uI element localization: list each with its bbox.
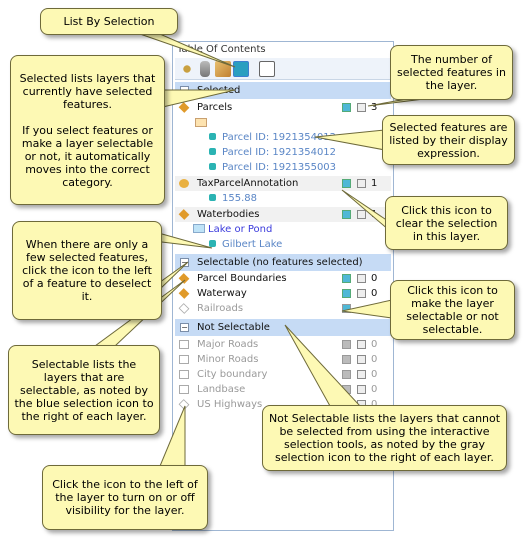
callout-not-selectable-lists: Not Selectable lists the layers that can… [262,405,507,471]
pointer [341,299,393,319]
callout-selected-lists: Selected lists layers that currently hav… [10,55,165,205]
callout-clear-selection: Click this icon to clear the selection i… [385,196,508,250]
pointer [284,324,362,407]
callout-deselect: When there are only a few selected featu… [12,221,162,320]
pointer [314,129,386,151]
callout-list-by-selection: List By Selection [40,8,178,35]
callout-make-selectable: Click this icon to make the layer select… [390,280,515,340]
callout-number-selected: The number of selected features in the l… [390,45,513,100]
callout-selectable-lists: Selectable lists the layers that are sel… [8,345,160,435]
pointer [159,405,186,467]
callout-visibility: Click the icon to the left of the layer … [42,465,208,530]
callout-display-expression: Selected features are listed by their di… [382,115,515,165]
